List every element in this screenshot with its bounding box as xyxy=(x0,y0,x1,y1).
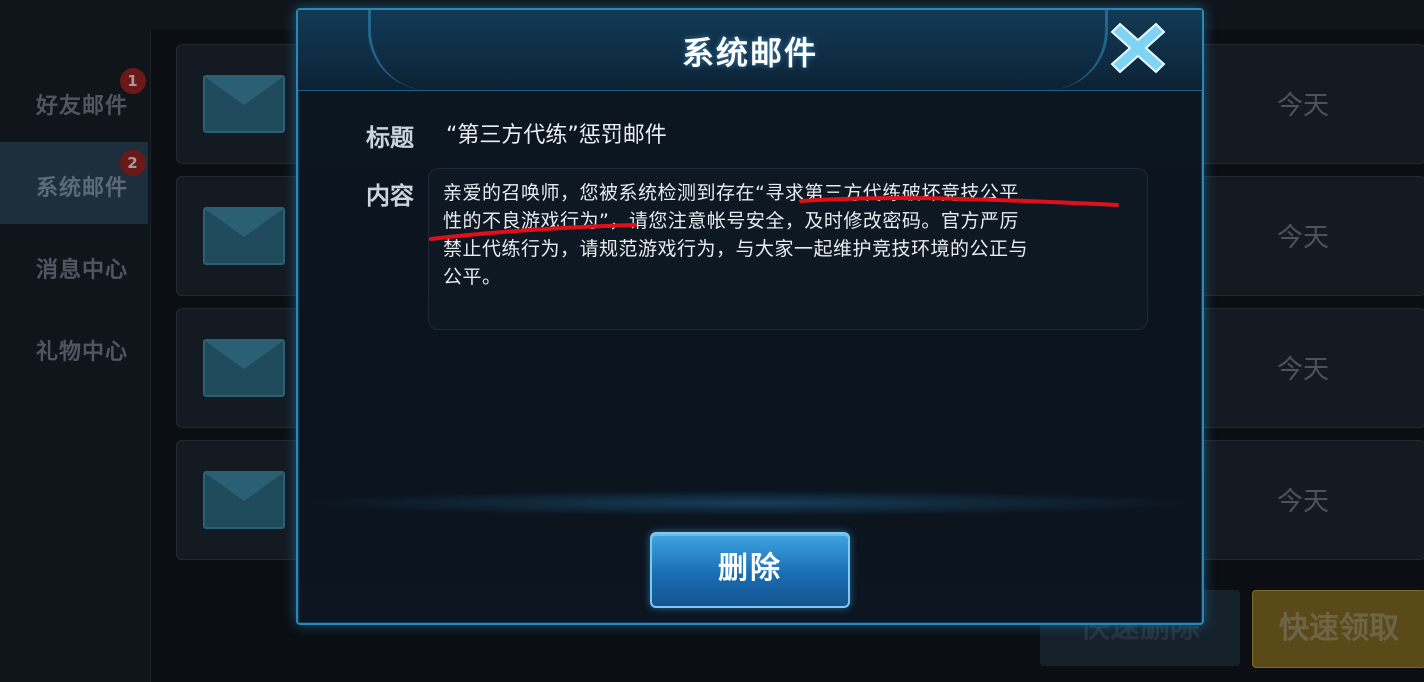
envelope-closed-icon xyxy=(203,75,285,133)
sidebar-item-label: 礼物中心 xyxy=(36,340,129,365)
envelope-open-icon xyxy=(203,339,285,397)
sidebar-item-gift-center[interactable]: 礼物中心 xyxy=(0,306,148,388)
sidebar-item-label: 消息中心 xyxy=(36,258,129,283)
red-annotation-underline xyxy=(429,196,1119,241)
content-box: 亲爱的召唤师，您被系统检测到存在“寻求第三方代练破坏竞技公平 性的不良游戏行为”… xyxy=(428,168,1148,330)
sidebar: 好友邮件 1 系统邮件 2 消息中心 礼物中心 xyxy=(0,30,151,682)
mail-date: 今天 xyxy=(1276,487,1329,517)
mail-date: 今天 xyxy=(1276,223,1329,253)
subject-value: “第三方代练”惩罚邮件 xyxy=(446,123,667,148)
dialog-header: 系统邮件 xyxy=(298,10,1202,91)
content-line: 公平。 xyxy=(443,266,502,288)
delete-button[interactable]: 删除 xyxy=(650,532,850,608)
sidebar-item-friend-mail[interactable]: 好友邮件 1 xyxy=(0,60,148,142)
mail-date: 今天 xyxy=(1276,91,1329,121)
mail-date: 今天 xyxy=(1276,355,1329,385)
unread-badge: 1 xyxy=(120,68,146,94)
sidebar-item-label: 好友邮件 xyxy=(36,94,129,119)
envelope-closed-icon xyxy=(203,207,285,265)
content-label: 内容 xyxy=(366,182,414,210)
sidebar-item-system-mail[interactable]: 系统邮件 2 xyxy=(0,142,148,224)
close-icon xyxy=(1110,22,1166,74)
subject-label: 标题 xyxy=(366,124,414,152)
glow-divider xyxy=(298,490,1202,516)
quick-collect-button[interactable]: 快速领取 xyxy=(1252,590,1424,668)
dialog-title: 系统邮件 xyxy=(681,34,818,72)
sidebar-item-label: 系统邮件 xyxy=(36,176,129,201)
close-button[interactable] xyxy=(1110,20,1166,76)
unread-badge: 2 xyxy=(120,150,146,176)
envelope-open-icon xyxy=(203,471,285,529)
system-mail-dialog: 系统邮件 标题 “第三方代练”惩罚邮件 内容 亲爱的召唤师，您被系统检测到存在“… xyxy=(296,8,1204,625)
sidebar-item-message-center[interactable]: 消息中心 xyxy=(0,224,148,306)
